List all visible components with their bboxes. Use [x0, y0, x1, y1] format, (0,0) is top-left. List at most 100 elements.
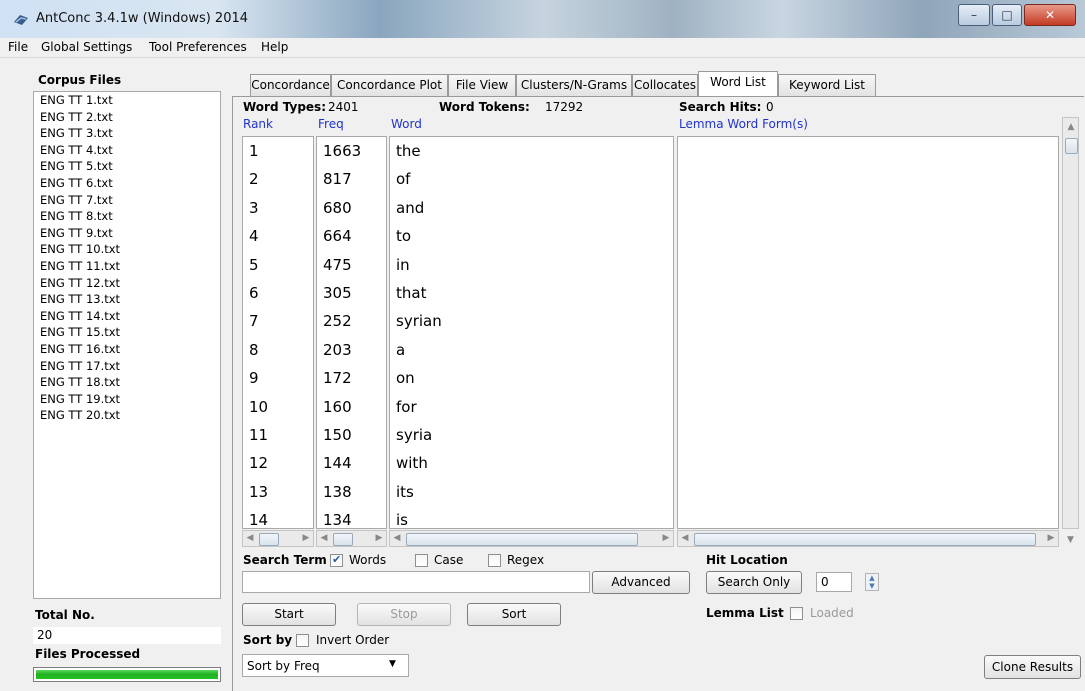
lemma-hscroll-thumb[interactable] — [694, 533, 1036, 546]
rank-hscroll-thumb[interactable] — [259, 533, 279, 546]
column-header-lemma[interactable]: Lemma Word Form(s) — [679, 117, 808, 131]
word-list-rank-cell[interactable]: 7 — [243, 307, 313, 335]
column-header-rank[interactable]: Rank — [243, 117, 273, 131]
word-list-rank-cell[interactable]: 9 — [243, 364, 313, 392]
word-list-word-cell[interactable]: the — [390, 137, 673, 165]
word-list-freq-cell[interactable]: 150 — [317, 421, 386, 449]
word-list-word-cell[interactable]: is — [390, 506, 673, 528]
freq-hscroll-thumb[interactable] — [333, 533, 353, 546]
freq-column-list[interactable]: 1663 817 680 664 475 305 252 203 172 160 150 144 138… — [316, 136, 387, 529]
word-list-rank-cell[interactable]: 14 — [243, 506, 313, 528]
sort-button[interactable]: Sort — [467, 603, 561, 626]
spinner-arrows-icon[interactable]: ▲ ▼ — [865, 573, 879, 591]
word-list-rank-cell[interactable]: 12 — [243, 449, 313, 477]
scroll-right-arrow-icon[interactable]: ▶ — [1044, 531, 1058, 546]
corpus-file-item[interactable]: ENG TT 2.txt — [34, 109, 220, 126]
word-list-word-cell[interactable]: that — [390, 279, 673, 307]
corpus-file-item[interactable]: ENG TT 6.txt — [34, 175, 220, 192]
word-list-rank-cell[interactable]: 2 — [243, 165, 313, 193]
corpus-file-item[interactable]: ENG TT 9.txt — [34, 225, 220, 242]
case-checkbox[interactable] — [415, 554, 428, 567]
menu-global-settings[interactable]: Global Settings — [41, 40, 132, 54]
tab-word-list[interactable]: Word List — [698, 71, 778, 96]
freq-hscrollbar[interactable]: ◀ ▶ — [316, 530, 387, 547]
start-button[interactable]: Start — [242, 603, 336, 626]
word-list-freq-cell[interactable]: 817 — [317, 165, 386, 193]
stop-button[interactable]: Stop — [357, 603, 451, 626]
clone-results-button[interactable]: Clone Results — [984, 655, 1081, 679]
search-term-input[interactable] — [242, 571, 590, 593]
regex-checkbox[interactable] — [488, 554, 501, 567]
scroll-left-arrow-icon[interactable]: ◀ — [243, 531, 257, 546]
word-list-word-cell[interactable]: for — [390, 393, 673, 421]
word-list-freq-cell[interactable]: 1663 — [317, 137, 386, 165]
corpus-file-item[interactable]: ENG TT 20.txt — [34, 407, 220, 424]
advanced-button[interactable]: Advanced — [592, 571, 690, 594]
words-checkbox[interactable] — [330, 553, 343, 567]
tab-file-view[interactable]: File View — [448, 74, 516, 96]
scroll-right-arrow-icon[interactable]: ▶ — [659, 531, 673, 546]
word-list-rank-cell[interactable]: 13 — [243, 478, 313, 506]
word-list-freq-cell[interactable]: 144 — [317, 449, 386, 477]
corpus-files-list[interactable]: ENG TT 1.txt ENG TT 2.txt ENG TT 3.txt ENG … — [33, 91, 221, 599]
word-list-freq-cell[interactable]: 138 — [317, 478, 386, 506]
corpus-file-item[interactable]: ENG TT 8.txt — [34, 208, 220, 225]
corpus-file-item[interactable]: ENG TT 12.txt — [34, 275, 220, 292]
tab-keyword-list[interactable]: Keyword List — [778, 74, 876, 96]
scroll-up-arrow-icon[interactable]: ▲ — [1064, 120, 1078, 135]
corpus-file-item[interactable]: ENG TT 3.txt — [34, 125, 220, 142]
word-list-word-cell[interactable]: to — [390, 222, 673, 250]
rank-column-list[interactable]: 1 2 3 4 5 6 7 8 9 10 11 12 13 14 — [242, 136, 314, 529]
sort-by-dropdown[interactable]: Sort by Freq ▼ — [242, 654, 409, 677]
corpus-file-item[interactable]: ENG TT 14.txt — [34, 308, 220, 325]
word-hscrollbar[interactable]: ◀ ▶ — [389, 530, 674, 547]
word-list-word-cell[interactable]: with — [390, 449, 673, 477]
invert-order-checkbox[interactable] — [296, 634, 309, 647]
word-list-freq-cell[interactable]: 160 — [317, 393, 386, 421]
maximize-button[interactable]: □ — [992, 4, 1022, 26]
word-list-rank-cell[interactable]: 4 — [243, 222, 313, 250]
menu-help[interactable]: Help — [261, 40, 288, 54]
rank-hscrollbar[interactable]: ◀ ▶ — [242, 530, 314, 547]
corpus-file-item[interactable]: ENG TT 17.txt — [34, 358, 220, 375]
vertical-scroll-thumb[interactable] — [1065, 138, 1078, 154]
corpus-file-item[interactable]: ENG TT 5.txt — [34, 158, 220, 175]
word-list-rank-cell[interactable]: 8 — [243, 336, 313, 364]
title-bar[interactable]: AntConc 3.4.1w (Windows) 2014 – □ ✕ — [0, 0, 1085, 38]
corpus-file-item[interactable]: ENG TT 19.txt — [34, 391, 220, 408]
scroll-left-arrow-icon[interactable]: ◀ — [390, 531, 404, 546]
word-list-rank-cell[interactable]: 11 — [243, 421, 313, 449]
scroll-right-arrow-icon[interactable]: ▶ — [299, 531, 313, 546]
corpus-file-item[interactable]: ENG TT 7.txt — [34, 192, 220, 209]
close-window-button[interactable]: ✕ — [1024, 4, 1076, 26]
word-list-freq-cell[interactable]: 252 — [317, 307, 386, 335]
word-list-rank-cell[interactable]: 10 — [243, 393, 313, 421]
word-list-word-cell[interactable]: and — [390, 194, 673, 222]
word-list-rank-cell[interactable]: 5 — [243, 251, 313, 279]
vertical-scrollbar[interactable]: ▲ — [1062, 117, 1079, 529]
word-list-freq-cell[interactable]: 172 — [317, 364, 386, 392]
word-list-freq-cell[interactable]: 305 — [317, 279, 386, 307]
scroll-left-arrow-icon[interactable]: ◀ — [678, 531, 692, 546]
word-list-freq-cell[interactable]: 475 — [317, 251, 386, 279]
minimize-button[interactable]: – — [958, 4, 990, 26]
lemma-hscrollbar[interactable]: ◀ ▶ — [677, 530, 1059, 547]
search-only-button[interactable]: Search Only — [706, 571, 802, 594]
column-header-freq[interactable]: Freq — [318, 117, 344, 131]
menu-tool-preferences[interactable]: Tool Preferences — [149, 40, 247, 54]
tab-collocates[interactable]: Collocates — [632, 74, 698, 96]
word-list-word-cell[interactable]: in — [390, 251, 673, 279]
word-list-rank-cell[interactable]: 1 — [243, 137, 313, 165]
word-list-freq-cell[interactable]: 134 — [317, 506, 386, 528]
word-column-list[interactable]: the of and to in that syrian a on for syria with its… — [389, 136, 674, 529]
lemma-loaded-checkbox[interactable] — [790, 607, 803, 620]
corpus-file-item[interactable]: ENG TT 4.txt — [34, 142, 220, 159]
word-list-freq-cell[interactable]: 664 — [317, 222, 386, 250]
lemma-column-list[interactable] — [677, 136, 1059, 529]
word-list-word-cell[interactable]: syria — [390, 421, 673, 449]
tab-concordance-plot[interactable]: Concordance Plot — [331, 74, 448, 96]
scroll-right-arrow-icon[interactable]: ▶ — [372, 531, 386, 546]
word-list-word-cell[interactable]: on — [390, 364, 673, 392]
word-list-word-cell[interactable]: a — [390, 336, 673, 364]
scroll-down-arrow-icon[interactable]: ▼ — [1062, 532, 1079, 549]
